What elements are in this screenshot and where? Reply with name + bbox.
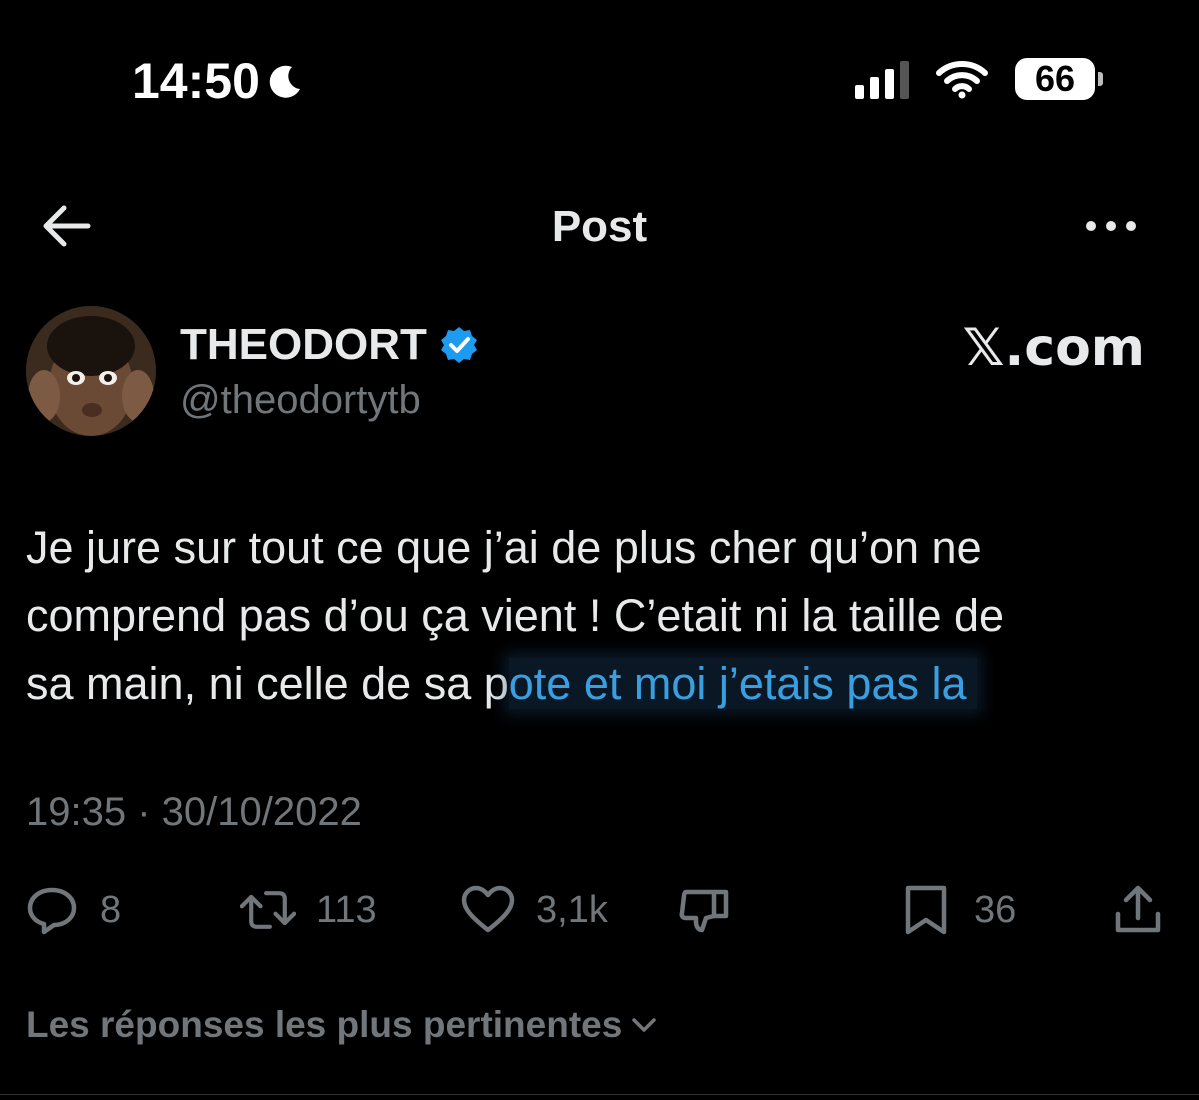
reply-icon xyxy=(27,887,77,935)
tweet-text: Je jure sur tout ce que j’ai de plus che… xyxy=(26,514,1166,718)
tweet-line-2: comprend pas d’ou ça vient ! C’etait ni … xyxy=(26,590,1005,641)
wifi-icon xyxy=(936,61,988,99)
status-bar-time: 14:50 xyxy=(132,52,306,110)
status-bar-indicators: 66 xyxy=(855,58,1103,100)
page-title: Post xyxy=(551,202,648,251)
avatar[interactable] xyxy=(26,306,156,436)
battery-level: 66 xyxy=(1034,58,1076,99)
dislike-icon xyxy=(679,889,729,933)
battery-icon: 66 xyxy=(1015,58,1103,100)
like-count: 3,1k xyxy=(536,888,608,931)
reply-button[interactable]: 8 xyxy=(24,880,121,940)
bookmark-count: 36 xyxy=(974,888,1017,931)
bookmark-button[interactable]: 36 xyxy=(898,880,1016,940)
like-icon xyxy=(461,885,515,933)
signal-icon xyxy=(855,59,909,99)
more-options-icon[interactable] xyxy=(1083,216,1139,236)
verified-badge-icon xyxy=(440,327,477,363)
replies-sort-label: Les réponses les plus pertinentes xyxy=(26,1004,623,1045)
post-timestamp[interactable]: 19:35 · 30/10/2022 xyxy=(26,790,362,835)
repost-icon xyxy=(240,891,296,929)
divider xyxy=(0,1094,1199,1095)
share-icon xyxy=(1115,885,1161,933)
like-button[interactable]: 3,1k xyxy=(460,880,608,940)
tweet-line-1: Je jure sur tout ce que j’ai de plus che… xyxy=(26,522,982,573)
moon-icon xyxy=(269,65,300,98)
tweet-line-3: sa main, ni celle de sa pote et moi j’et… xyxy=(26,650,1166,718)
author-handle[interactable]: @theodortytb xyxy=(180,378,421,423)
chevron-down-icon xyxy=(632,1018,657,1032)
share-button[interactable] xyxy=(1110,880,1166,940)
replies-sort-dropdown[interactable]: Les réponses les plus pertinentes xyxy=(26,1004,658,1046)
clock-text: 14:50 xyxy=(132,53,260,109)
avatar-image xyxy=(26,306,156,436)
tweet-highlighted-text: ote et moi j’etais pas la xyxy=(508,658,977,709)
action-bar: 8 113 3,1k 36 xyxy=(0,880,1199,950)
repost-button[interactable]: 113 xyxy=(240,880,377,940)
reply-count: 8 xyxy=(100,888,122,931)
tweet-line-3-plain: sa main, ni celle de sa p xyxy=(26,658,509,709)
post-header: Post xyxy=(0,190,1199,262)
author-display-name[interactable]: THEODORT xyxy=(180,320,427,370)
x-watermark: 𝕏.com xyxy=(962,318,1145,378)
bookmark-icon xyxy=(905,885,947,935)
author-name[interactable]: THEODORT xyxy=(180,320,479,370)
dislike-button[interactable] xyxy=(676,880,732,940)
repost-count: 113 xyxy=(316,888,377,931)
